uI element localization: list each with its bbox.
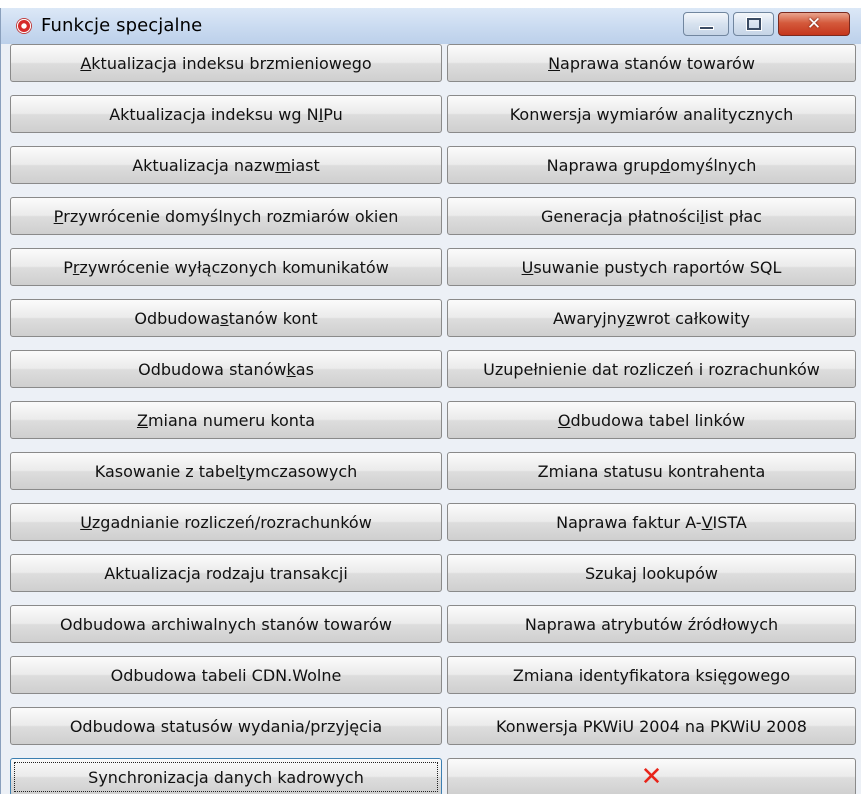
button-zmiana-identyfikatora-ksiegowego[interactable]: Zmiana identyfikatora księgowego <box>447 656 856 694</box>
button-naprawa-grup-domyslnych[interactable]: Naprawa grup d omyślnych <box>447 146 856 184</box>
button-przywrocenie-rozmiarow-okien[interactable]: Przywrócenie domyślnych rozmiarów okien <box>10 197 442 235</box>
red-x-icon: ✕ <box>640 762 663 792</box>
button-synchronizacja-danych-kadrowych[interactable]: Synchronizacja danych kadrowych <box>10 758 442 794</box>
maximize-button[interactable] <box>733 12 774 36</box>
close-button[interactable]: ✕ <box>447 758 856 794</box>
button-aktualizacja-indeksu-wg-nipu[interactable]: Aktualizacja indeksu wg N I Pu <box>10 95 442 133</box>
button-konwersja-pkwiu[interactable]: Konwersja PKWiU 2004 na PKWiU 2008 <box>447 707 856 745</box>
button-odbudowa-stanow-kas[interactable]: Odbudowa stanów k as <box>10 350 442 388</box>
button-zmiana-numeru-konta[interactable]: Zmiana numeru konta <box>10 401 442 439</box>
close-icon: ✕ <box>806 14 822 34</box>
close-window-button[interactable]: ✕ <box>778 12 850 36</box>
button-odbudowa-tabeli-cdn-wolne[interactable]: Odbudowa tabeli CDN.Wolne <box>10 656 442 694</box>
window-title: Funkcje specjalne <box>41 15 203 36</box>
button-konwersja-wymiarow-analitycznych[interactable]: Konwersja wymiarów analitycznych <box>447 95 856 133</box>
button-zmiana-statusu-kontrahenta[interactable]: Zmiana statusu kontrahenta <box>447 452 856 490</box>
button-szukaj-lookupow[interactable]: Szukaj lookupów <box>447 554 856 592</box>
button-aktualizacja-indeksu-brzmieniowego[interactable]: Aktualizacja indeksu brzmieniowego <box>10 44 442 82</box>
minimize-button[interactable] <box>683 12 729 36</box>
button-kasowanie-z-tabel-tymczasowych[interactable]: Kasowanie z tabel t ymczasowych <box>10 452 442 490</box>
title-bar[interactable]: Funkcje specjalne ✕ <box>1 8 861 44</box>
maximize-icon <box>747 18 761 30</box>
button-odbudowa-tabel-linkow[interactable]: Odbudowa tabel linków <box>447 401 856 439</box>
app-icon[interactable] <box>17 19 31 33</box>
button-odbudowa-statusow-wydania[interactable]: Odbudowa statusów wydania/przyjęcia <box>10 707 442 745</box>
button-przywrocenie-komunikatow[interactable]: Pr zywrócenie wyłączonych komunikatów <box>10 248 442 286</box>
special-functions-window: Funkcje specjalne ✕ Aktualizacja indeksu… <box>0 8 861 794</box>
button-uzgadnianie-rozliczen[interactable]: Uzgadnianie rozliczeń/rozrachunków <box>10 503 442 541</box>
button-naprawa-atrybutow-zrodlowych[interactable]: Naprawa atrybutów źródłowych <box>447 605 856 643</box>
minimize-icon <box>699 26 714 30</box>
button-odbudowa-archiwalnych-stanow[interactable]: Odbudowa archiwalnych stanów towarów <box>10 605 442 643</box>
button-uzupelnienie-dat-rozliczen[interactable]: Uzupełnienie dat rozliczeń i rozrachunkó… <box>447 350 856 388</box>
button-aktualizacja-nazw-miast[interactable]: Aktualizacja nazw m iast <box>10 146 442 184</box>
button-naprawa-faktur-a-vista[interactable]: Naprawa faktur A- V ISTA <box>447 503 856 541</box>
button-aktualizacja-rodzaju-transakcji[interactable]: Aktualizacja rodzaju transakcji <box>10 554 442 592</box>
button-generacja-platnosci-list-plac[interactable]: Generacja płatności l ist płac <box>447 197 856 235</box>
button-usuwanie-pustych-raportow-sql[interactable]: Usuwanie pustych raportów SQL <box>447 248 856 286</box>
button-naprawa-stanow-towarow[interactable]: Naprawa stanów towarów <box>447 44 856 82</box>
button-awaryjny-zwrot-calkowity[interactable]: Awaryjny z wrot całkowity <box>447 299 856 337</box>
button-odbudowa-stanow-kont[interactable]: Odbudowa s tanów kont <box>10 299 442 337</box>
